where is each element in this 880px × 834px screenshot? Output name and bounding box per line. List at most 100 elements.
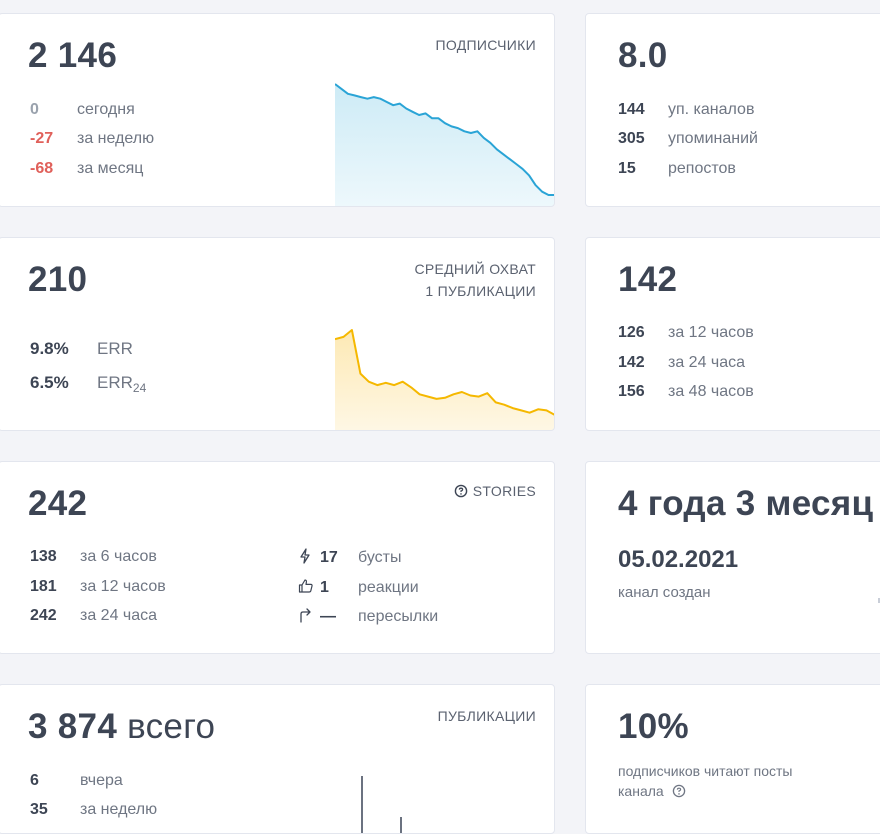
reach-card: 210 СРЕДНИЙ ОХВАТ 1 ПУБЛИКАЦИИ 9.8%ERR 6… (0, 237, 555, 431)
stories-24h-label: за 24 часа (80, 607, 157, 625)
stories-card: 242 STORIES 138за 6 часов 181за 12 часов… (0, 461, 555, 654)
views-48h-value: 156 (618, 383, 668, 401)
publications-total: 3 874 всего (28, 707, 215, 747)
publications-count: 3 874 (28, 707, 117, 746)
citation-index: 8.0 (618, 36, 668, 76)
subscribers-row-month: -68за месяц (30, 160, 143, 178)
citation-mentions-value: 305 (618, 130, 668, 148)
share-arrow-icon (298, 607, 320, 621)
views-row-24h: 142за 24 часа (618, 354, 745, 372)
help-circle-icon[interactable] (672, 783, 686, 797)
help-circle-icon[interactable] (454, 482, 468, 496)
subscribers-sparkline (335, 82, 555, 207)
citation-row-mentions: 305упоминаний (618, 130, 758, 148)
err24-row: 6.5%ERR24 (30, 373, 146, 395)
reach-label-line1: СРЕДНИЙ ОХВАТ (414, 258, 536, 280)
created-caption: канал создан (618, 584, 711, 601)
subscribers-label: ПОДПИСЧИКИ (435, 34, 536, 56)
boosts-label: бусты (358, 549, 401, 567)
views-card: 142 126за 12 часов 142за 24 часа 156за 4… (585, 237, 880, 431)
readers-card: 10% подписчиков читают посты канала (585, 684, 880, 834)
stories-row-12h: 181за 12 часов (30, 578, 166, 596)
channel-age: 4 года 3 месяц (618, 484, 873, 524)
err24-label: ERR (97, 373, 133, 393)
boosts-value: 17 (320, 549, 358, 567)
publications-week-label: за неделю (80, 801, 157, 819)
subscribers-card: 2 146 ПОДПИСЧИКИ 0сегодня -27за неделю -… (0, 13, 555, 207)
citation-row-reposts: 15репостов (618, 160, 736, 178)
stories-24h-value: 242 (30, 607, 80, 625)
readers-caption-line2: канала (618, 781, 664, 801)
stories-boosts-row: 17бусты (298, 548, 401, 567)
reach-sparkline (335, 328, 555, 431)
stories-12h-label: за 12 часов (80, 578, 166, 596)
created-date-value: 05.02.2021 (618, 546, 738, 574)
views-total: 142 (618, 260, 677, 300)
err-value: 9.8% (30, 339, 97, 359)
stories-label-text: STORIES (473, 483, 536, 499)
subscribers-total: 2 146 (28, 36, 117, 76)
publications-bar-1 (361, 776, 363, 834)
citation-channels-value: 144 (618, 101, 668, 119)
subscribers-month-label: за месяц (77, 160, 143, 178)
citation-mentions-label: упоминаний (668, 130, 758, 148)
citation-row-channels: 144уп. каналов (618, 101, 754, 119)
subscribers-row-week: -27за неделю (30, 130, 154, 148)
err24-value: 6.5% (30, 373, 97, 393)
reach-label: СРЕДНИЙ ОХВАТ 1 ПУБЛИКАЦИИ (414, 258, 536, 302)
citation-card: 8.0 144уп. каналов 305упоминаний 15репос… (585, 13, 880, 207)
stories-label[interactable]: STORIES (454, 480, 536, 502)
views-24h-label: за 24 часа (668, 354, 745, 372)
publications-row-yesterday: 6вчера (30, 772, 123, 790)
subscribers-chart-area (335, 84, 555, 207)
subscribers-week-label: за неделю (77, 130, 154, 148)
stories-6h-label: за 6 часов (80, 548, 157, 566)
stories-12h-value: 181 (30, 578, 80, 596)
err24-sub: 24 (133, 381, 146, 395)
thumbs-up-icon (298, 578, 320, 592)
readers-caption: подписчиков читают посты канала (618, 761, 792, 801)
stories-6h-value: 138 (30, 548, 80, 566)
stories-total: 242 (28, 484, 87, 524)
created-caption-text: канал создан (618, 584, 711, 601)
publications-bar-2 (400, 817, 402, 834)
stories-forwards-row: —пересылки (298, 607, 438, 626)
stories-reactions-row: 1реакции (298, 578, 419, 597)
publications-yesterday-label: вчера (80, 772, 123, 790)
subscribers-row-today: 0сегодня (30, 101, 135, 119)
created-date: 05.02.2021 (618, 546, 738, 574)
bolt-icon (298, 548, 320, 562)
views-12h-label: за 12 часов (668, 324, 754, 342)
publications-week-value: 35 (30, 801, 80, 819)
publications-row-week: 35за неделю (30, 801, 157, 819)
readers-caption-line1: подписчиков читают посты (618, 761, 792, 781)
views-48h-label: за 48 часов (668, 383, 754, 401)
citation-reposts-value: 15 (618, 160, 668, 178)
reactions-label: реакции (358, 579, 419, 597)
readers-caption-line2-wrap: канала (618, 781, 792, 801)
views-row-48h: 156за 48 часов (618, 383, 754, 401)
forwards-value: — (320, 608, 358, 626)
subscribers-today-value: 0 (30, 101, 77, 119)
stories-row-24h: 242за 24 часа (30, 607, 157, 625)
views-24h-value: 142 (618, 354, 668, 372)
citation-channels-label: уп. каналов (668, 101, 754, 119)
reactions-value: 1 (320, 579, 358, 597)
forwards-label: пересылки (358, 608, 438, 626)
err-row: 9.8%ERR (30, 339, 133, 359)
stories-row-6h: 138за 6 часов (30, 548, 157, 566)
publications-label: ПУБЛИКАЦИИ (438, 705, 536, 727)
readers-percent: 10% (618, 707, 689, 747)
subscribers-week-value: -27 (30, 130, 77, 148)
reach-total: 210 (28, 260, 87, 300)
publications-yesterday-value: 6 (30, 772, 80, 790)
publications-suffix: всего (127, 707, 215, 746)
citation-reposts-label: репостов (668, 160, 736, 178)
reach-label-line2: 1 ПУБЛИКАЦИИ (414, 280, 536, 302)
publications-card: 3 874 всего ПУБЛИКАЦИИ 6вчера 35за недел… (0, 684, 555, 834)
subscribers-month-value: -68 (30, 160, 77, 178)
subscribers-today-label: сегодня (77, 101, 135, 119)
err-label: ERR (97, 339, 133, 359)
views-12h-value: 126 (618, 324, 668, 342)
views-row-12h: 126за 12 часов (618, 324, 754, 342)
